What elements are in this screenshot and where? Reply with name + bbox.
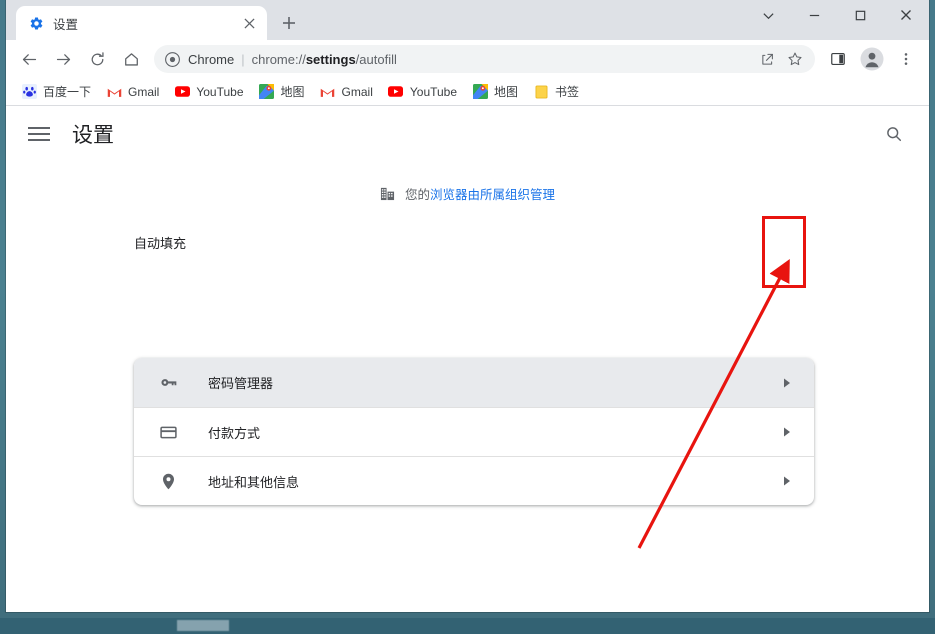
close-window-icon[interactable] — [883, 0, 929, 30]
close-icon[interactable] — [239, 13, 259, 33]
settings-row-label: 付款方式 — [208, 425, 261, 441]
url-prefix: chrome:// — [251, 51, 306, 67]
youtube-icon — [174, 84, 190, 100]
managed-browser-banner: 您的 浏览器由所属组织管理 — [6, 184, 929, 203]
gmail-icon — [106, 84, 122, 100]
bookmark-label: 百度一下 — [43, 85, 92, 99]
minimize-icon[interactable] — [791, 0, 837, 30]
home-icon[interactable] — [117, 45, 145, 73]
managed-banner-link[interactable]: 浏览器由所属组织管理 — [430, 184, 555, 203]
browser-toolbar: Chrome | chrome://settings/autofill — [6, 40, 929, 78]
autofill-card: 密码管理器 付款方式 地址和其他信息 — [134, 358, 814, 505]
bookmark-item[interactable]: YouTube — [167, 81, 250, 103]
settings-row-payment-methods[interactable]: 付款方式 — [134, 407, 814, 456]
settings-row-label: 地址和其他信息 — [208, 474, 300, 490]
gmail-icon — [320, 84, 336, 100]
new-tab-button[interactable] — [275, 9, 303, 37]
back-arrow-icon[interactable] — [15, 45, 43, 73]
omnibox-separator: | — [241, 51, 245, 67]
hamburger-menu-icon[interactable] — [28, 126, 50, 142]
tab-search-chevron-down-icon[interactable] — [745, 0, 791, 30]
share-icon[interactable] — [755, 47, 779, 71]
window-controls — [745, 0, 929, 30]
bookmark-star-icon[interactable] — [783, 47, 807, 71]
bookmark-item[interactable]: YouTube — [381, 81, 464, 103]
bookmark-item[interactable]: 书签 — [526, 81, 586, 103]
key-icon — [158, 373, 178, 393]
settings-row-addresses[interactable]: 地址和其他信息 — [134, 456, 814, 505]
bookmarks-bar: 百度一下 Gmail YouTube 地图 Gmail YouTube 地图 书… — [6, 78, 929, 106]
youtube-icon — [388, 84, 404, 100]
bookmark-label: YouTube — [409, 84, 458, 99]
chevron-right-icon[interactable] — [782, 426, 792, 438]
bookmark-item[interactable]: Gmail — [313, 81, 380, 103]
maps-icon — [259, 84, 275, 100]
bookmark-label: 地图 — [280, 85, 305, 99]
reload-icon[interactable] — [83, 45, 111, 73]
browser-window: 设置 Chrome | chrome://settings/autofill 百… — [6, 0, 929, 612]
bookmark-label: 书签 — [555, 85, 580, 99]
folder-icon — [533, 84, 549, 100]
chevron-right-icon[interactable] — [782, 475, 792, 487]
settings-header: 设置 — [6, 106, 929, 162]
settings-page: 设置 您的 浏览器由所属组织管理 自动填充 密码管理器 付款方式 地址和其他信息 — [6, 106, 929, 611]
more-menu-icon[interactable] — [892, 45, 920, 73]
credit-card-icon — [158, 422, 178, 442]
browser-tab[interactable]: 设置 — [16, 6, 267, 40]
omnibox-actions — [753, 47, 809, 71]
omnibox-url: chrome://settings/autofill — [252, 52, 397, 67]
tab-title: 设置 — [53, 17, 79, 32]
gear-icon — [28, 15, 44, 31]
address-bar[interactable]: Chrome | chrome://settings/autofill — [154, 45, 815, 73]
profile-avatar-icon[interactable] — [858, 45, 886, 73]
page-title: 设置 — [72, 124, 114, 147]
baidu-icon — [21, 84, 37, 100]
managed-banner-text: 您的 — [404, 188, 430, 202]
taskbar — [0, 618, 935, 634]
settings-row-label: 密码管理器 — [208, 376, 274, 391]
side-panel-icon[interactable] — [824, 45, 852, 73]
url-emphasis: settings — [305, 51, 356, 67]
bookmark-item[interactable]: 地图 — [465, 81, 525, 103]
bookmark-item[interactable]: 百度一下 — [14, 81, 98, 103]
maps-icon — [472, 84, 488, 100]
location-pin-icon — [158, 471, 178, 491]
chevron-right-icon[interactable] — [782, 377, 792, 389]
bookmark-label: 地图 — [494, 85, 519, 99]
section-title-autofill: 自动填充 — [134, 236, 187, 251]
omnibox-chip-label: Chrome — [188, 51, 235, 67]
taskbar-item[interactable] — [177, 620, 229, 631]
search-icon[interactable] — [881, 121, 907, 147]
bookmark-label: Gmail — [341, 84, 373, 99]
url-suffix: /autofill — [355, 51, 397, 67]
bookmark-item[interactable]: 地图 — [252, 81, 312, 103]
chrome-logo-icon — [164, 51, 180, 67]
bookmark-label: Gmail — [128, 84, 160, 99]
maximize-icon[interactable] — [837, 0, 883, 30]
forward-arrow-icon[interactable] — [49, 45, 77, 73]
organization-building-icon — [380, 186, 396, 202]
tab-strip: 设置 — [6, 0, 929, 40]
settings-row-password-manager[interactable]: 密码管理器 — [134, 358, 814, 407]
bookmark-label: YouTube — [196, 84, 244, 99]
bookmark-item[interactable]: Gmail — [99, 81, 166, 103]
